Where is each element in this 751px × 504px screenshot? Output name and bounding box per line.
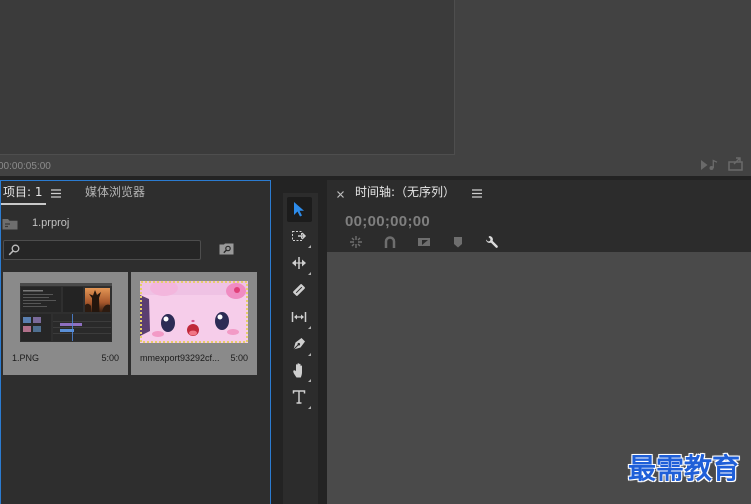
media-name: 1.PNG xyxy=(12,353,40,363)
selection-tool-icon xyxy=(294,202,304,217)
media-thumbnail xyxy=(140,281,248,343)
tab-timeline[interactable]: 时间轴:（无序列） xyxy=(355,185,455,199)
type-tool-icon xyxy=(292,390,306,404)
timeline-settings-icon[interactable] xyxy=(485,235,499,249)
folder-icon xyxy=(2,218,18,230)
project-panel: 项目: 1 媒体浏览器 1.prproj 1.PNG 5:00 mmexport… xyxy=(0,180,271,504)
nest-sequence-icon[interactable] xyxy=(349,235,363,249)
razor-tool[interactable] xyxy=(287,278,312,303)
slip-icon xyxy=(291,312,307,322)
ripple-edit-tool[interactable] xyxy=(287,251,312,276)
project-file-name: 1.prproj xyxy=(32,217,70,229)
track-select-forward-icon xyxy=(292,231,307,241)
close-icon[interactable] xyxy=(337,191,344,198)
hand-icon xyxy=(293,363,302,378)
tool-group-indicator xyxy=(308,326,311,329)
tool-group-indicator xyxy=(308,406,311,409)
media-tile[interactable]: 1.PNG 5:00 xyxy=(3,272,128,375)
panel-menu-icon[interactable] xyxy=(472,189,482,198)
find-icon[interactable] xyxy=(219,243,234,255)
razor-icon xyxy=(293,284,305,296)
panel-menu-icon[interactable] xyxy=(51,189,61,198)
tab-project[interactable]: 项目: 1 xyxy=(3,185,43,199)
add-marker-icon[interactable] xyxy=(451,235,465,249)
media-duration: 5:00 xyxy=(230,353,248,363)
snap-icon[interactable] xyxy=(383,235,397,249)
media-tile[interactable]: mmexport93292cf... 5:00 xyxy=(131,272,257,375)
search-field[interactable] xyxy=(3,240,201,260)
media-duration: 5:00 xyxy=(101,353,119,363)
hand-tool[interactable] xyxy=(287,358,312,383)
pen-icon xyxy=(293,338,305,350)
source-monitor-canvas xyxy=(0,0,455,155)
tools-panel xyxy=(283,193,318,504)
active-tab-underline xyxy=(0,203,46,205)
track-select-forward-tool[interactable] xyxy=(287,224,312,249)
tab-media-browser[interactable]: 媒体浏览器 xyxy=(85,185,145,199)
source-duration-timecode[interactable]: 00:00:05:00 xyxy=(0,161,51,172)
linked-selection-icon[interactable] xyxy=(417,235,431,249)
watermark: 最需教育 xyxy=(628,452,741,485)
media-thumbnail xyxy=(20,283,112,342)
search-input[interactable] xyxy=(24,242,196,258)
tool-group-indicator xyxy=(308,379,311,382)
tool-group-indicator xyxy=(308,245,311,248)
tool-group-indicator xyxy=(308,272,311,275)
source-monitor-panel: 00:00:05:00 xyxy=(0,0,751,176)
export-frame-icon[interactable] xyxy=(728,157,744,171)
pen-tool[interactable] xyxy=(287,332,312,357)
type-tool[interactable] xyxy=(287,385,312,410)
ripple-edit-icon xyxy=(292,257,306,269)
media-name: mmexport93292cf... xyxy=(140,353,220,363)
playhead-timecode[interactable]: 00;00;00;00 xyxy=(345,213,430,230)
tool-group-indicator xyxy=(308,353,311,356)
play-audio-icon[interactable] xyxy=(700,159,718,171)
selection-tool[interactable] xyxy=(287,197,312,222)
search-icon xyxy=(8,244,20,256)
slip-tool[interactable] xyxy=(287,305,312,330)
